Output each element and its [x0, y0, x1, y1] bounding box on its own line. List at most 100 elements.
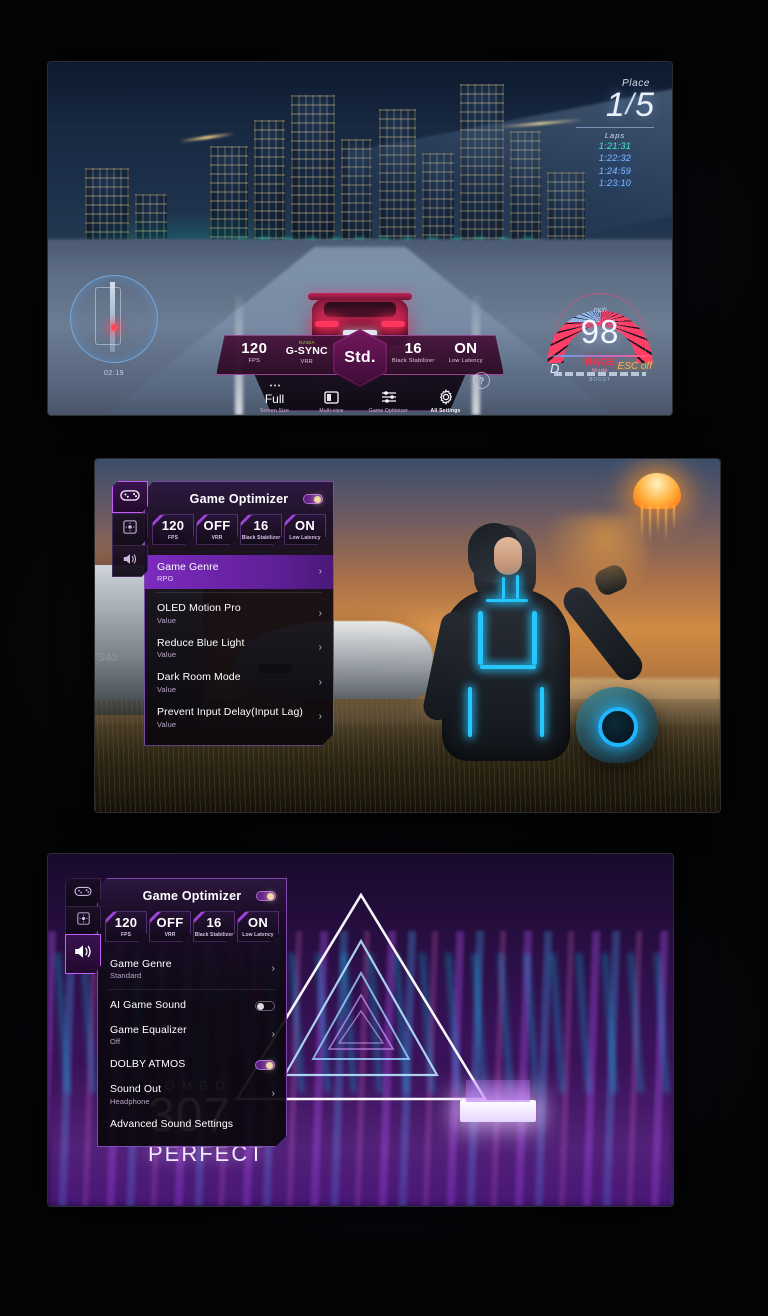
status-badge[interactable]: ON Low Latency	[284, 514, 326, 545]
minimap-timer: 02:19	[103, 370, 125, 377]
gear-icon	[420, 389, 472, 405]
game-optimizer-header: Game Optimizer	[145, 490, 333, 514]
sidebar-item-picture-tab[interactable]	[112, 513, 148, 545]
chevron-right-icon: ›	[318, 642, 322, 654]
drive-mode-title: RACE	[584, 357, 616, 368]
status-badge[interactable]: OFF VRR	[196, 514, 238, 545]
chip-value: ON	[247, 915, 269, 930]
fire-jellyfish-creature	[619, 473, 695, 549]
page-background: 02:19 Place 1 / 5 Laps 1:21:31 1:22:32 1…	[0, 0, 768, 1316]
row-label: Sound Out	[110, 1083, 162, 1096]
chip-label: VRR	[211, 534, 223, 541]
sidebar-item-game-tab[interactable]	[65, 878, 101, 906]
speaker-icon	[73, 943, 93, 965]
racing-screen: 02:19 Place 1 / 5 Laps 1:21:31 1:22:32 1…	[48, 62, 672, 415]
list-item[interactable]: OLED Motion Pro Value ›	[145, 596, 333, 631]
game-optimizer-tabs	[65, 878, 101, 974]
lap-time: 1:22:32	[598, 153, 632, 164]
stat-low-latency-label: Low Latency	[448, 358, 483, 365]
help-button[interactable]: ?	[473, 372, 490, 389]
stat-black-stabilizer-label: Black Stabilizer	[392, 358, 435, 365]
game-optimizer-header: Game Optimizer	[98, 887, 286, 911]
status-badge[interactable]: 120 FPS	[105, 911, 147, 942]
list-item[interactable]: Game Genre RPG ›	[145, 555, 333, 590]
screen-size-value: Full	[264, 392, 285, 406]
chevron-right-icon: ›	[318, 711, 322, 723]
sidebar-item-picture-tab[interactable]	[65, 906, 101, 934]
chevron-right-icon: ›	[271, 1088, 275, 1100]
chevron-right-icon: ›	[271, 962, 275, 974]
lap-time: 1:23:10	[598, 177, 632, 188]
sidebar-item-sound-tab[interactable]	[65, 934, 101, 974]
list-item[interactable]: Game Equalizer Off ›	[98, 1018, 286, 1053]
lap-time: 1:21:31	[598, 141, 632, 152]
list-item[interactable]: Sound Out Headphone ›	[98, 1077, 286, 1112]
list-item[interactable]: Dark Room Mode Value ›	[145, 665, 333, 700]
list-item[interactable]: Advanced Sound Settings	[98, 1112, 286, 1137]
multi-view-label: Multi-view	[319, 408, 344, 414]
boost-label: BOOST	[589, 377, 611, 383]
tv-panel-rhythm: COMBO 307 PERFECT	[48, 854, 673, 1206]
settings-list: Game Genre Standard › AI Game Sound Game…	[98, 950, 286, 1137]
stat-vrr-label: VRR	[300, 359, 313, 365]
menu-all-settings[interactable]: All Settings	[420, 389, 472, 414]
status-badge[interactable]: 16 Black Stabilizer	[193, 911, 235, 942]
dots-icon	[249, 377, 301, 393]
speed-value: 98	[580, 313, 620, 350]
list-item[interactable]: DOLBY ATMOS	[98, 1052, 286, 1077]
game-optimizer-overlay-sound[interactable]: Game Optimizer 120 FPS OFF VRR 16 Black …	[65, 878, 287, 1147]
stat-fps: 120 FPS	[228, 340, 281, 364]
sliders-icon	[363, 389, 415, 405]
settings-list: Game Genre RPG › OLED Motion Pro Value ›	[145, 553, 333, 735]
page-title: Game Optimizer	[142, 889, 242, 903]
menu-screen-size[interactable]: Full Screen Size	[249, 377, 301, 414]
list-item[interactable]: Game Genre Standard ›	[98, 952, 286, 987]
list-item[interactable]: AI Game Sound	[98, 993, 286, 1018]
status-badge[interactable]: 120 FPS	[152, 514, 194, 545]
place-current: 1	[605, 86, 625, 124]
multiview-icon	[306, 389, 358, 405]
ai-game-sound-toggle[interactable]	[255, 1001, 275, 1011]
screen-size-label: Screen Size	[259, 408, 290, 414]
boost-meter: BOOST	[554, 372, 646, 383]
menu-game-optimizer[interactable]: Game Optimizer	[363, 389, 415, 414]
master-toggle[interactable]	[303, 494, 323, 504]
place-total: 5	[635, 86, 654, 124]
chip-label: Black Stabilizer	[241, 534, 281, 541]
all-settings-label: All Settings	[430, 408, 461, 414]
page-title: Game Optimizer	[189, 492, 289, 506]
status-badge[interactable]: OFF VRR	[149, 911, 191, 942]
game-optimizer-tabs	[112, 481, 148, 577]
row-value: RPG	[157, 574, 174, 584]
place-label: Place	[621, 78, 650, 89]
dolby-atmos-toggle[interactable]	[255, 1060, 275, 1070]
chip-value: ON	[294, 518, 316, 533]
chip-label: Low Latency	[289, 534, 321, 541]
stat-low-latency-value: ON	[454, 339, 478, 357]
row-label: Dark Room Mode	[157, 671, 241, 684]
sidebar-item-game-tab[interactable]	[112, 481, 148, 513]
chip-value: OFF	[203, 518, 231, 533]
stat-low-latency: ON Low Latency	[440, 339, 493, 365]
sidebar-item-sound-tab[interactable]	[112, 545, 148, 577]
chip-value: 16	[206, 915, 222, 930]
game-dashboard-bar[interactable]: 120 FPS NVIDIA G-SYNC VRR 16 Black Stabi…	[216, 329, 504, 414]
status-badge[interactable]: ON Low Latency	[237, 911, 279, 942]
game-optimizer-panel: Game Optimizer 120 FPS OFF VRR 16 Black …	[144, 481, 334, 746]
game-optimizer-overlay-picture[interactable]: Game Optimizer 120 FPS OFF VRR 16 Black …	[112, 481, 334, 746]
speedometer: mph 98 D RACE Mode ESC off BOOST	[544, 281, 656, 385]
list-item[interactable]: Reduce Blue Light Value ›	[145, 631, 333, 666]
master-toggle[interactable]	[256, 891, 276, 901]
game-optimizer-panel: Game Optimizer 120 FPS OFF VRR 16 Black …	[97, 878, 287, 1147]
chip-label: FPS	[167, 534, 179, 541]
divider	[156, 592, 322, 593]
race-position-hud: Place 1 / 5 Laps 1:21:31 1:22:32 1:24:59…	[576, 78, 654, 189]
list-item[interactable]: Prevent Input Delay(Input Lag) Value ›	[145, 700, 333, 735]
tv-panel-scifi: Game Optimizer 120 FPS OFF VRR	[95, 459, 720, 812]
row-label: AI Game Sound	[110, 999, 187, 1012]
chip-value: 120	[114, 915, 138, 930]
status-badge[interactable]: 16 Black Stabilizer	[240, 514, 282, 545]
row-label: OLED Motion Pro	[157, 602, 241, 615]
menu-multi-view[interactable]: Multi-view	[306, 389, 358, 414]
speaker-icon	[122, 552, 138, 571]
